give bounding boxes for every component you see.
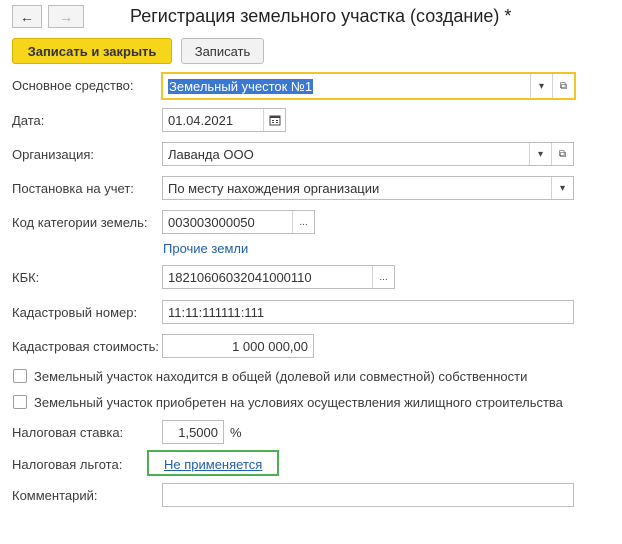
cadastral-value-field[interactable]: 1 000 000,00 — [162, 334, 314, 358]
ellipsis-icon[interactable]: ... — [372, 266, 394, 288]
window-title: Регистрация земельного участка (создание… — [130, 6, 512, 26]
housing-construction-checkbox[interactable] — [13, 395, 27, 409]
registration-label: Постановка на учет: — [12, 181, 134, 196]
tax-benefit-link[interactable]: Не применяется — [164, 457, 262, 472]
kbk-label: КБК: — [12, 270, 40, 285]
open-icon[interactable]: ⧉ — [552, 74, 574, 98]
organization-value: Лаванда ООО — [168, 146, 254, 162]
date-field[interactable]: 01.04.2021 — [162, 108, 286, 132]
tax-rate-field[interactable]: 1,5000 — [162, 420, 224, 444]
cadastral-number-value: 11:11:111111:111 — [168, 304, 265, 320]
tax-rate-unit: % — [230, 425, 242, 440]
chevron-down-icon[interactable]: ▾ — [529, 143, 551, 165]
housing-construction-label: Земельный участок приобретен на условиях… — [34, 395, 563, 410]
registration-select[interactable]: По месту нахождения организации ▾ — [162, 176, 574, 200]
cadastral-value-label: Кадастровая стоимость: — [12, 339, 159, 354]
calendar-icon[interactable] — [263, 109, 285, 131]
ellipsis-icon[interactable]: ... — [292, 211, 314, 233]
comment-field[interactable] — [162, 483, 574, 507]
back-button[interactable]: ← — [12, 5, 42, 28]
date-value: 01.04.2021 — [168, 112, 234, 128]
arrow-left-icon: ← — [20, 8, 34, 25]
comment-label: Комментарий: — [12, 488, 98, 503]
date-label: Дата: — [12, 113, 45, 128]
land-category-label: Код категории земель: — [12, 215, 148, 230]
registration-value: По месту нахождения организации — [168, 180, 380, 196]
land-category-field[interactable]: 003003000050 ... — [162, 210, 315, 234]
save-button[interactable]: Записать — [181, 38, 264, 64]
shared-ownership-checkbox[interactable] — [13, 369, 27, 383]
fixed-asset-field[interactable]: Земельный учесток №1 ▾ ⧉ — [161, 72, 576, 100]
cadastral-number-label: Кадастровый номер: — [12, 305, 138, 320]
organization-field[interactable]: Лаванда ООО ▾ ⧉ — [162, 142, 574, 166]
arrow-right-icon: → — [59, 8, 73, 25]
fixed-asset-label: Основное средство: — [12, 78, 134, 93]
land-category-value: 003003000050 — [168, 214, 255, 230]
save-and-close-button[interactable]: Записать и закрыть — [12, 38, 172, 64]
fixed-asset-value: Земельный учесток №1 — [168, 78, 314, 94]
land-category-link[interactable]: Прочие земли — [163, 241, 248, 256]
open-icon[interactable]: ⧉ — [551, 143, 573, 165]
chevron-down-icon[interactable]: ▾ — [551, 177, 573, 199]
forward-button[interactable]: → — [48, 5, 84, 28]
tax-benefit-label: Налоговая льгота: — [12, 457, 123, 472]
organization-label: Организация: — [12, 147, 95, 162]
tax-rate-label: Налоговая ставка: — [12, 425, 124, 440]
shared-ownership-label: Земельный участок находится в общей (дол… — [34, 369, 528, 384]
cadastral-number-field[interactable]: 11:11:111111:111 — [162, 300, 574, 324]
tax-rate-value: 1,5000 — [178, 424, 218, 440]
cadastral-value-value: 1 000 000,00 — [232, 338, 308, 354]
kbk-value: 18210606032041000110 — [168, 269, 312, 285]
chevron-down-icon[interactable]: ▾ — [530, 74, 552, 98]
kbk-field[interactable]: 18210606032041000110 ... — [162, 265, 395, 289]
